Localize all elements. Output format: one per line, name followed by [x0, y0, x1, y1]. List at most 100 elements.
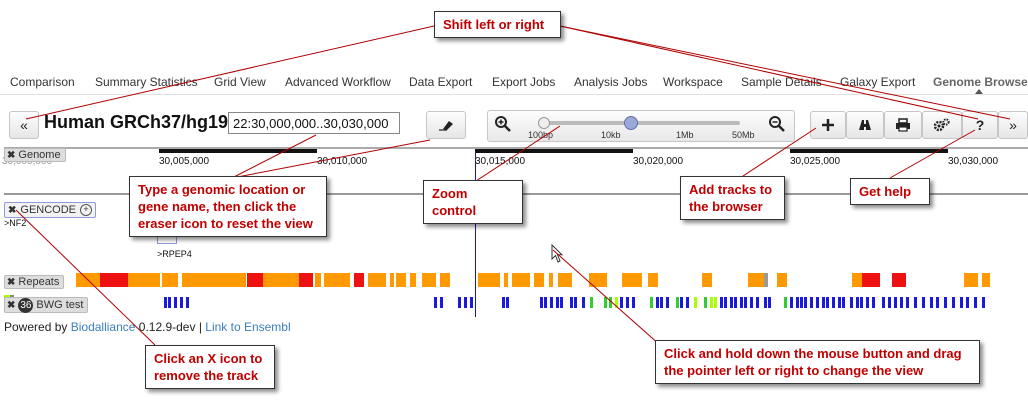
- track-feature-block: [906, 297, 909, 308]
- track-feature-block: [838, 297, 841, 308]
- track-feature-block: [396, 273, 406, 287]
- binoculars-icon: [859, 120, 871, 130]
- track-feature-block: [560, 297, 563, 308]
- zoom-label-100bp: 100bp: [528, 130, 554, 140]
- tab-sample-details[interactable]: Sample Details: [741, 75, 822, 89]
- track-feature-block: [702, 273, 712, 287]
- tab-summary-statistics[interactable]: Summary Statistics: [95, 75, 198, 89]
- track-feature-block: [464, 297, 467, 308]
- track-feature-block: [156, 273, 160, 287]
- nav-tabs: Comparison Summary Statistics Grid View …: [0, 70, 1028, 95]
- zoom-out-button[interactable]: [768, 115, 786, 138]
- track-feature-block: [764, 273, 768, 287]
- tab-comparison[interactable]: Comparison: [10, 75, 75, 89]
- track-feature-block: [872, 297, 875, 308]
- settings-button[interactable]: [922, 111, 962, 139]
- add-track-button[interactable]: [810, 111, 846, 139]
- track-feature-block: [315, 273, 321, 287]
- ruler-label: 30,020,000: [633, 156, 684, 167]
- track-feature-block: [676, 297, 679, 308]
- search-track-button[interactable]: [846, 111, 884, 139]
- repeats-track[interactable]: [4, 273, 1028, 287]
- callout-remove-track: Click an X icon to remove the track: [145, 345, 275, 389]
- track-feature-block: [162, 273, 178, 287]
- track-feature-block: [826, 297, 829, 308]
- track-feature-block: [714, 297, 717, 308]
- zoom-in-button[interactable]: [494, 115, 512, 138]
- zoom-slider[interactable]: [538, 116, 740, 130]
- shift-left-button[interactable]: «: [9, 111, 39, 139]
- track-feature-block: [549, 273, 553, 287]
- track-name: Genome: [18, 149, 61, 161]
- track-feature-block: [974, 297, 977, 308]
- track-feature-block: [504, 273, 508, 287]
- location-input[interactable]: [228, 112, 400, 134]
- track-feature-block: [434, 297, 437, 308]
- track-feature-block: [512, 273, 530, 287]
- track-feature-block: [750, 297, 753, 308]
- track-feature-block: [550, 297, 553, 308]
- track-feature-block: [299, 273, 313, 287]
- tab-export-jobs[interactable]: Export Jobs: [492, 75, 555, 89]
- repeats-track-label: ✖ Repeats: [4, 275, 65, 289]
- track-feature-block: [128, 273, 146, 287]
- track-feature-block: [604, 297, 607, 308]
- track-feature-block: [888, 297, 891, 308]
- track-feature-block: [146, 273, 156, 287]
- tab-genome-browser[interactable]: Genome Browser: [933, 75, 1028, 89]
- track-feature-block: [832, 297, 835, 308]
- bwg-test-track[interactable]: [4, 295, 1028, 309]
- plus-icon: [822, 119, 834, 131]
- zoom-out-icon: [769, 116, 785, 132]
- biodalliance-link[interactable]: Biodalliance: [71, 320, 136, 334]
- tab-analysis-jobs[interactable]: Analysis Jobs: [574, 75, 647, 89]
- eraser-reset-button[interactable]: [426, 111, 466, 139]
- track-feature-block: [502, 297, 505, 308]
- tab-data-export[interactable]: Data Export: [409, 75, 472, 89]
- remove-track-icon[interactable]: ✖: [7, 300, 15, 311]
- track-feature-block: [440, 273, 450, 287]
- track-feature-block: [622, 273, 642, 287]
- track-feature-block: [748, 273, 764, 287]
- track-feature-block: [982, 297, 985, 308]
- track-feature-block: [174, 297, 177, 308]
- help-button[interactable]: ?: [962, 111, 998, 139]
- callout-add-tracks: Add tracks to the browser: [680, 176, 785, 220]
- remove-track-icon[interactable]: ✖: [7, 150, 15, 161]
- track-feature-block: [768, 297, 771, 308]
- expand-track-icon[interactable]: +: [80, 204, 93, 216]
- track-feature-block: [710, 297, 713, 308]
- remove-track-icon[interactable]: ✖: [8, 205, 16, 216]
- bwg-test-track-label: ✖ 36 BWG test: [4, 297, 89, 313]
- print-button[interactable]: [884, 111, 922, 139]
- track-feature-block: [186, 297, 189, 308]
- track-feature-block: [570, 297, 573, 308]
- zoom-slider-handle[interactable]: [624, 116, 638, 130]
- zoom-slider-min-knob: [538, 117, 550, 129]
- track-feature-block: [810, 297, 813, 308]
- tab-grid-view[interactable]: Grid View: [214, 75, 266, 89]
- callout-location: Type a genomic location or gene name, th…: [129, 176, 327, 237]
- track-feature-block: [534, 273, 544, 287]
- active-tab-caret-icon: [975, 89, 983, 94]
- track-count-badge: 36: [18, 297, 34, 313]
- ensembl-link[interactable]: Link to Ensembl: [205, 320, 290, 334]
- track-feature-block: [324, 273, 350, 287]
- track-feature-block: [632, 297, 635, 308]
- version-text: 0.12.9-dev |: [135, 320, 206, 334]
- track-feature-block: [966, 297, 969, 308]
- track-feature-block: [182, 273, 232, 287]
- tab-galaxy-export[interactable]: Galaxy Export: [840, 75, 915, 89]
- tab-workspace[interactable]: Workspace: [663, 75, 723, 89]
- track-feature-block: [784, 297, 787, 308]
- ruler-label: 30,005,000: [159, 156, 210, 167]
- track-feature-block: [180, 297, 183, 308]
- shift-right-button[interactable]: »: [998, 111, 1028, 139]
- callout-drag: Click and hold down the mouse button and…: [655, 340, 980, 384]
- track-feature-block: [680, 297, 683, 308]
- track-feature-block: [922, 297, 925, 308]
- track-feature-block: [796, 297, 799, 308]
- tab-advanced-workflow[interactable]: Advanced Workflow: [285, 75, 391, 89]
- remove-track-icon[interactable]: ✖: [7, 277, 15, 288]
- zoom-label-50mb: 50Mb: [732, 130, 755, 140]
